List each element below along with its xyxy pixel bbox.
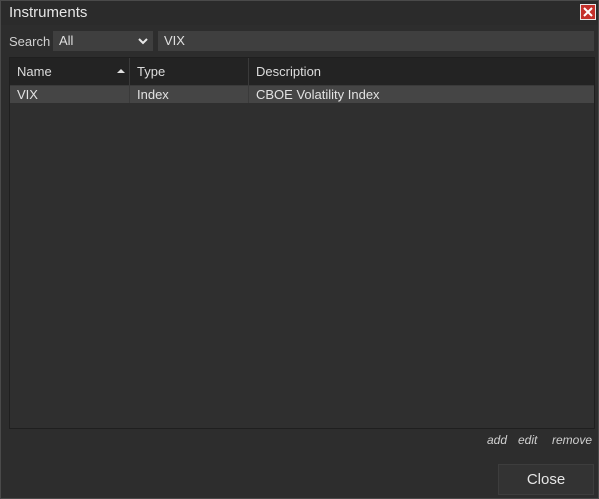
- search-input[interactable]: VIX: [158, 31, 594, 51]
- chevron-down-icon: [138, 38, 148, 45]
- column-header-label: Type: [137, 64, 166, 79]
- add-link[interactable]: add: [487, 433, 507, 447]
- table-header: Name Type Description: [10, 58, 594, 86]
- column-header-description[interactable]: Description: [249, 58, 594, 85]
- column-header-type[interactable]: Type: [130, 58, 249, 85]
- edit-link[interactable]: edit: [518, 433, 537, 447]
- column-header-label: Name: [17, 64, 52, 79]
- column-header-label: Description: [256, 64, 322, 79]
- cell-type: Index: [130, 86, 249, 103]
- cell-name: VIX: [10, 86, 130, 103]
- column-header-name[interactable]: Name: [10, 58, 130, 85]
- search-bar: Search All VIX: [1, 30, 598, 52]
- instruments-table: Name Type Description VIX Index CBOE Vol…: [9, 57, 595, 429]
- dialog-title: Instruments: [9, 4, 88, 21]
- search-label: Search: [9, 34, 51, 49]
- remove-link[interactable]: remove: [552, 433, 592, 447]
- title-bar: Instruments: [1, 1, 598, 25]
- sort-ascending-icon: [117, 69, 125, 73]
- close-icon: [583, 7, 593, 17]
- instruments-dialog: Instruments Search All VIX Name Type Des…: [0, 0, 599, 499]
- cell-description: CBOE Volatility Index: [256, 87, 380, 102]
- search-filter-value: All: [59, 33, 74, 48]
- close-window-button[interactable]: [580, 4, 596, 20]
- close-button[interactable]: Close: [498, 464, 594, 495]
- table-row[interactable]: VIX Index CBOE Volatility Index: [10, 86, 594, 103]
- search-filter-select[interactable]: All: [53, 31, 153, 51]
